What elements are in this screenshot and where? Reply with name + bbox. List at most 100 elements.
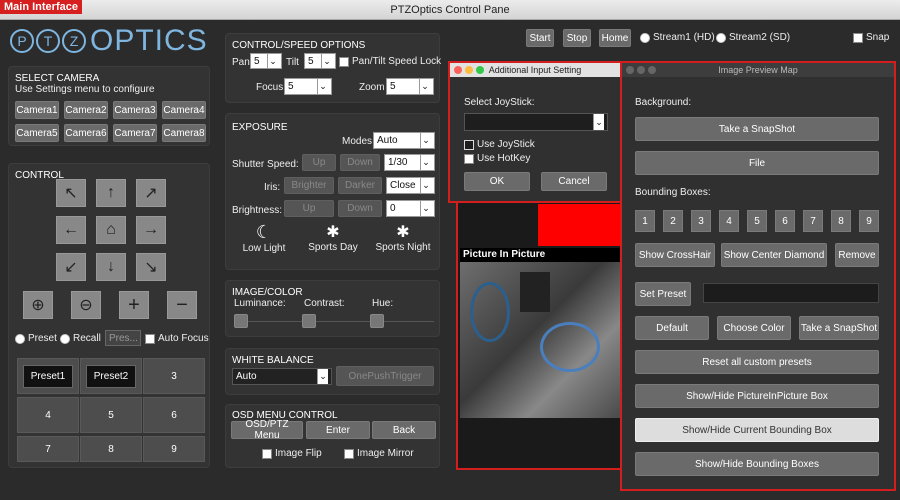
recall-radio[interactable]: Recall — [60, 333, 101, 344]
shutter-down-button[interactable]: Down — [340, 154, 380, 171]
bounding-box-8-button[interactable]: 8 — [831, 210, 851, 232]
arrow-up-right-icon[interactable]: ↗ — [136, 179, 166, 207]
file-button[interactable]: File — [635, 151, 879, 175]
osd-enter-button[interactable]: Enter — [306, 421, 370, 439]
image-mirror-checkbox[interactable]: Image Mirror — [344, 448, 414, 459]
iris-select[interactable]: Close ⌄ — [386, 177, 435, 194]
modes-select[interactable]: Auto ⌄ — [373, 132, 435, 149]
osd-back-button[interactable]: Back — [372, 421, 436, 439]
preset-button-9[interactable]: 9 — [143, 436, 205, 462]
show-hide-pip-box-button[interactable]: Show/Hide PictureInPicture Box — [635, 384, 879, 408]
default-button[interactable]: Default — [635, 316, 709, 340]
camera6-button[interactable]: Camera6 — [64, 124, 108, 142]
preset-button-8[interactable]: 8 — [80, 436, 142, 462]
start-button[interactable]: Start — [526, 29, 554, 47]
iris-brighter-button[interactable]: Brighter — [284, 177, 334, 194]
low-light-button[interactable]: ☾ Low Light — [240, 222, 288, 254]
stop-button[interactable]: Stop — [563, 29, 591, 47]
close-icon[interactable] — [626, 66, 634, 74]
iris-darker-button[interactable]: Darker — [338, 177, 382, 194]
stream2-radio[interactable]: Stream2 (SD) — [716, 32, 790, 43]
set-preset-button[interactable]: Set Preset — [635, 282, 691, 306]
bounding-box-6-button[interactable]: 6 — [775, 210, 795, 232]
arrow-left-icon[interactable]: ← — [56, 216, 86, 244]
camera5-button[interactable]: Camera5 — [15, 124, 59, 142]
home-icon[interactable]: ⌂ — [96, 216, 126, 244]
preset-number-input[interactable]: Pres... — [105, 330, 141, 346]
snap-checkbox[interactable]: Snap — [853, 32, 889, 43]
preset-button-6[interactable]: 6 — [143, 397, 205, 433]
camera3-button[interactable]: Camera3 — [113, 101, 157, 119]
preset-button-3[interactable]: 3 — [143, 358, 205, 394]
bounding-box-9-button[interactable]: 9 — [859, 210, 879, 232]
brightness-up-button[interactable]: Up — [284, 200, 334, 217]
luminance-slider[interactable] — [234, 314, 248, 328]
arrow-down-right-icon[interactable]: ↘ — [136, 253, 166, 281]
pan-speed-select[interactable]: 5 ⌄ — [250, 53, 282, 69]
focus-speed-select[interactable]: 5 ⌄ — [284, 78, 332, 95]
brightness-select[interactable]: 0 ⌄ — [386, 200, 435, 217]
show-hide-boxes-button[interactable]: Show/Hide Bounding Boxes — [635, 452, 879, 476]
ok-button[interactable]: OK — [464, 172, 530, 191]
cancel-button[interactable]: Cancel — [541, 172, 607, 191]
sports-night-button[interactable]: ✱ Sports Night — [372, 222, 434, 253]
camera7-button[interactable]: Camera7 — [113, 124, 157, 142]
minimize-icon[interactable] — [637, 66, 645, 74]
plus-icon[interactable]: + — [119, 291, 149, 319]
speed-lock-checkbox[interactable]: Pan/Tilt Speed Lock — [339, 56, 441, 67]
bounding-box-5-button[interactable]: 5 — [747, 210, 767, 232]
arrow-right-icon[interactable]: → — [136, 216, 166, 244]
reset-presets-button[interactable]: Reset all custom presets — [635, 350, 879, 374]
preset-radio[interactable]: Preset — [15, 333, 57, 344]
camera1-button[interactable]: Camera1 — [15, 101, 59, 119]
home-button[interactable]: Home — [599, 29, 631, 47]
preset-button-4[interactable]: 4 — [17, 397, 79, 433]
remove-button[interactable]: Remove — [835, 243, 879, 267]
one-push-trigger-button[interactable]: OnePushTrigger — [336, 366, 434, 386]
preset-button-5[interactable]: 5 — [80, 397, 142, 433]
shutter-select[interactable]: 1/30 ⌄ — [384, 154, 435, 171]
tilt-speed-select[interactable]: 5 ⌄ — [304, 53, 336, 69]
brightness-down-button[interactable]: Down — [338, 200, 382, 217]
arrow-down-left-icon[interactable]: ↙ — [56, 253, 86, 281]
image-flip-checkbox[interactable]: Image Flip — [262, 448, 322, 459]
zoom-in-icon[interactable]: ⊕ — [23, 291, 53, 319]
camera8-button[interactable]: Camera8 — [162, 124, 206, 142]
stream1-radio[interactable]: Stream1 (HD) — [640, 32, 715, 43]
show-crosshair-button[interactable]: Show CrossHair — [635, 243, 715, 267]
bounding-box-7-button[interactable]: 7 — [803, 210, 823, 232]
use-hotkey-checkbox[interactable]: Use HotKey — [464, 153, 530, 164]
zoom-out-icon[interactable]: ⊖ — [71, 291, 101, 319]
preset-button-1[interactable]: Preset1 — [17, 358, 79, 394]
show-hide-current-box-button[interactable]: Show/Hide Current Bounding Box — [635, 418, 879, 442]
camera2-button[interactable]: Camera2 — [64, 101, 108, 119]
preset-button-2[interactable]: Preset2 — [80, 358, 142, 394]
osd-ptz-menu-button[interactable]: OSD/PTZ Menu — [231, 419, 303, 441]
close-icon[interactable] — [454, 66, 462, 74]
minimize-icon[interactable] — [465, 66, 473, 74]
bounding-box-2-button[interactable]: 2 — [663, 210, 683, 232]
choose-color-button[interactable]: Choose Color — [717, 316, 791, 340]
minus-icon[interactable]: − — [167, 291, 197, 319]
white-balance-select[interactable]: Auto ⌄ — [232, 368, 332, 385]
maximize-icon[interactable] — [648, 66, 656, 74]
sports-day-button[interactable]: ✱ Sports Day — [306, 222, 360, 253]
arrow-up-icon[interactable]: ↑ — [96, 179, 126, 207]
use-joystick-checkbox[interactable]: Use JoyStick — [464, 139, 535, 150]
bounding-box-3-button[interactable]: 3 — [691, 210, 711, 232]
zoom-speed-select[interactable]: 5 ⌄ — [386, 78, 434, 95]
show-center-diamond-button[interactable]: Show Center Diamond — [721, 243, 827, 267]
bounding-box-4-button[interactable]: 4 — [719, 210, 739, 232]
bounding-box-1-button[interactable]: 1 — [635, 210, 655, 232]
arrow-down-icon[interactable]: ↓ — [96, 253, 126, 281]
camera4-button[interactable]: Camera4 — [162, 101, 206, 119]
take-snapshot-2-button[interactable]: Take a SnapShot — [799, 316, 879, 340]
auto-focus-checkbox[interactable]: Auto Focus — [145, 333, 209, 344]
preset-name-input[interactable] — [703, 283, 879, 303]
maximize-icon[interactable] — [476, 66, 484, 74]
preset-button-7[interactable]: 7 — [17, 436, 79, 462]
arrow-up-left-icon[interactable]: ↖ — [56, 179, 86, 207]
shutter-up-button[interactable]: Up — [302, 154, 336, 171]
take-snapshot-button[interactable]: Take a SnapShot — [635, 117, 879, 141]
hue-slider[interactable] — [370, 314, 384, 328]
